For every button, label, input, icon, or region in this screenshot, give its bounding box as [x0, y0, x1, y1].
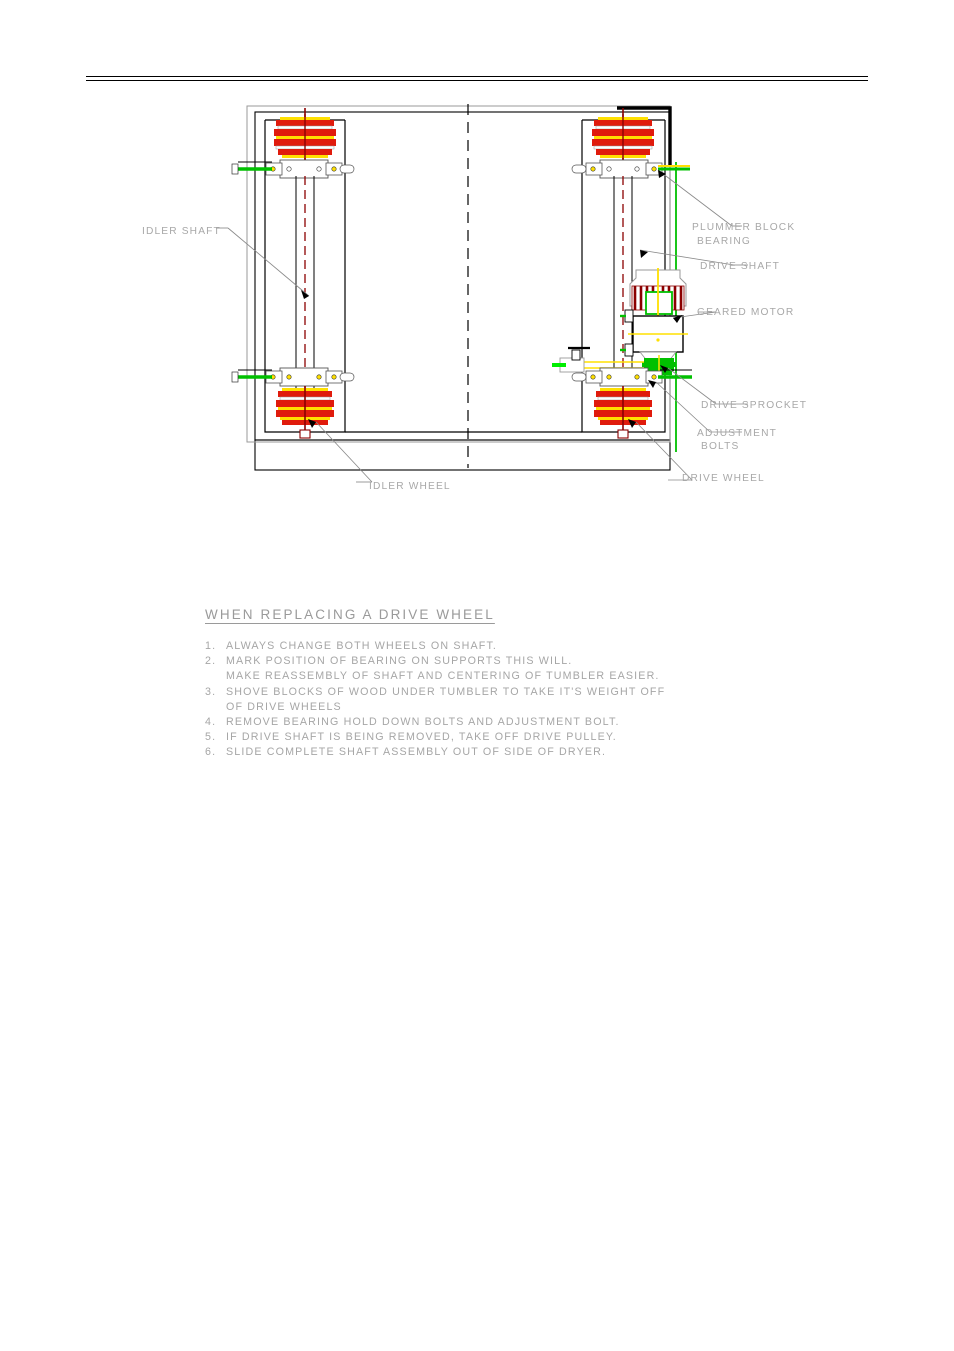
list-item: 4. REMOVE BEARING HOLD DOWN BOLTS AND AD… — [205, 715, 825, 730]
bolt-hole-rt-3 — [634, 166, 640, 172]
bolt-eye-rt — [571, 164, 587, 174]
assembly-drawing-svg — [216, 104, 748, 483]
list-item: 6. SLIDE COMPLETE SHAFT ASSEMBLY OUT OF … — [205, 745, 825, 760]
bolt-eye-lt — [339, 164, 355, 174]
instructions-title: WHEN REPLACING A DRIVE WHEEL — [205, 607, 495, 622]
bolt-hole-lb-3 — [316, 374, 322, 380]
list-item: 5. IF DRIVE SHAFT IS BEING REMOVED, TAKE… — [205, 730, 825, 745]
step-number: 3. — [205, 685, 217, 698]
gearbox-mount-tab-upper — [624, 309, 634, 323]
step-number: 6. — [205, 746, 217, 759]
list-item: 2. MARK POSITION OF BEARING ON SUPPORTS … — [205, 654, 825, 684]
bolt-hole-rb-2 — [606, 374, 612, 380]
leader-adjustment-bolts — [655, 381, 711, 433]
leader-idler-wheel — [315, 421, 373, 483]
header-rule-line-bottom — [86, 80, 868, 81]
bolt-eye-rb — [571, 372, 587, 382]
bolt-hole-rb-3 — [634, 374, 640, 380]
adjustment-bolt-head-lt — [231, 163, 239, 175]
instructions-block: WHEN REPLACING A DRIVE WHEEL 1. ALWAYS C… — [205, 607, 825, 761]
bolt-hole-lt-2 — [286, 166, 292, 172]
step-number: 2. — [205, 655, 217, 668]
step-line-cont: OF DRIVE WHEELS — [226, 700, 342, 713]
bolt-hole-lt-4 — [331, 166, 337, 172]
step-line-cont: MAKE REASSEMBLY OF SHAFT AND CENTERING O… — [226, 670, 660, 683]
bolt-hole-lb-4 — [331, 374, 337, 380]
bolt-eye-lb — [339, 372, 355, 382]
chain-bracket — [571, 349, 581, 361]
leader-idler-shaft — [227, 227, 310, 297]
frame-base-plinth — [254, 439, 671, 471]
step-line: IF DRIVE SHAFT IS BEING REMOVED, TAKE OF… — [226, 731, 617, 744]
bolt-hole-lb-2 — [286, 374, 292, 380]
step-line: REMOVE BEARING HOLD DOWN BOLTS AND ADJUS… — [226, 716, 620, 729]
bolt-hole-rb-1 — [590, 374, 596, 380]
header-rule — [86, 76, 868, 81]
geared-motor-assembly — [552, 268, 688, 378]
leader-drive-shaft — [639, 249, 735, 266]
drive-wheel-b-foot — [617, 429, 629, 439]
step-line: SHOVE BLOCKS OF WOOD UNDER TUMBLER TO TA… — [226, 685, 666, 698]
bolt-hole-lt-3 — [316, 166, 322, 172]
idler-wheel-bottom-assembly — [231, 367, 355, 439]
gearbox-center-mark — [656, 338, 660, 342]
bolt-hole-rt-2 — [606, 166, 612, 172]
gearbox-mount-tab-lower — [624, 343, 634, 357]
list-item: 3. SHOVE BLOCKS OF WOOD UNDER TUMBLER TO… — [205, 685, 825, 715]
step-number: 5. — [205, 731, 217, 744]
step-number: 1. — [205, 640, 217, 652]
step-line: MARK POSITION OF BEARING ON SUPPORTS THI… — [226, 655, 573, 668]
leader-plummer-block — [657, 169, 733, 227]
bolt-hole-rt-1 — [590, 166, 596, 172]
motor-terminal-box — [645, 291, 673, 315]
list-item: 1. ALWAYS CHANGE BOTH WHEELS ON SHAFT. — [205, 639, 825, 654]
step-line: SLIDE COMPLETE SHAFT ASSEMBLY OUT OF SID… — [226, 746, 607, 759]
bolt-hole-rb-4 — [651, 374, 657, 380]
instructions-list: 1. ALWAYS CHANGE BOTH WHEELS ON SHAFT. 2… — [205, 639, 825, 761]
step-number: 4. — [205, 716, 217, 729]
assembly-drawing — [120, 100, 880, 500]
bolt-hole-rt-4 — [651, 166, 657, 172]
step-line: ALWAYS CHANGE BOTH WHEELS ON SHAFT. — [226, 640, 498, 652]
header-rule-line-top — [86, 76, 868, 77]
leader-drive-wheel — [635, 421, 693, 481]
idler-wheel-b-foot — [299, 429, 311, 439]
adjustment-bolt-head-lb — [231, 371, 239, 383]
